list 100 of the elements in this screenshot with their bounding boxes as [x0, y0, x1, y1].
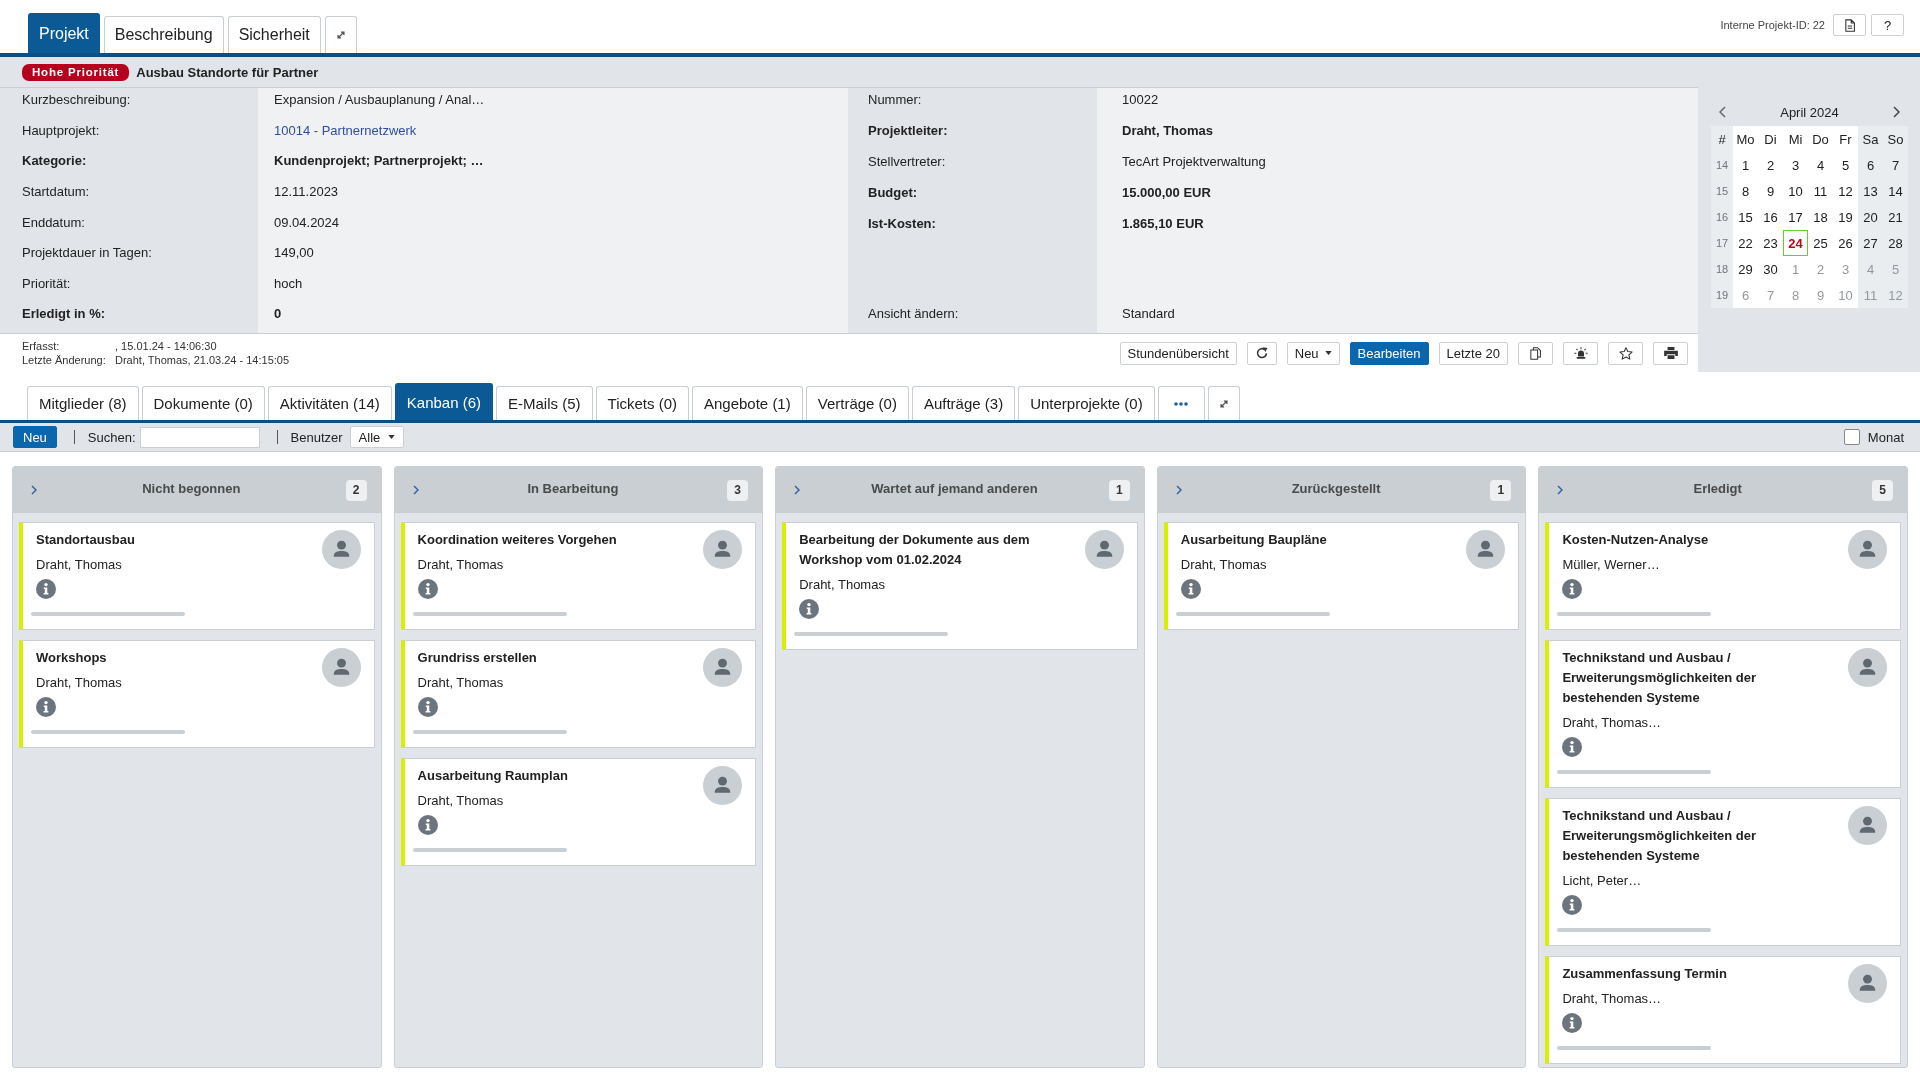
task-card[interactable]: Grundriss erstellen Draht, Thomas	[400, 640, 757, 748]
info-icon[interactable]	[1562, 737, 1583, 757]
calendar-day[interactable]: 23	[1758, 230, 1783, 256]
calendar-day[interactable]: 28	[1883, 230, 1908, 256]
chevron-right-icon[interactable]	[1893, 106, 1900, 118]
calendar-day[interactable]: 13	[1858, 178, 1883, 204]
calendar-day[interactable]: 19	[1833, 204, 1858, 230]
info-icon[interactable]	[799, 599, 820, 619]
calendar-day[interactable]: 22	[1733, 230, 1758, 256]
info-icon[interactable]	[36, 697, 56, 717]
alarm-button[interactable]	[1563, 341, 1598, 365]
edit-button[interactable]: Bearbeiten	[1349, 341, 1429, 365]
chevron-right-icon[interactable]	[412, 485, 419, 495]
calendar-day[interactable]: 29	[1733, 256, 1758, 282]
month-checkbox[interactable]	[1843, 429, 1860, 445]
calendar-day[interactable]: 25	[1808, 230, 1833, 256]
document-button[interactable]	[1833, 14, 1866, 36]
info-icon[interactable]	[417, 815, 438, 835]
tab[interactable]: Dokumente (0)	[141, 386, 265, 420]
calendar-day[interactable]: 26	[1833, 230, 1858, 256]
task-card[interactable]: Kosten-Nutzen-Analyse Müller, Werner…	[1545, 522, 1901, 630]
hours-button[interactable]: Stundenübersicht	[1119, 341, 1237, 365]
weekday-header: So	[1883, 126, 1908, 152]
tab[interactable]: Beschreibung	[103, 16, 224, 53]
tab[interactable]: Kanban (6)	[394, 383, 493, 420]
calendar-day[interactable]: 16	[1758, 204, 1783, 230]
task-card[interactable]: Workshops Draht, Thomas	[19, 640, 375, 748]
calendar-day[interactable]: 1	[1733, 152, 1758, 178]
task-card[interactable]: Koordination weiteres Vorgehen Draht, Thomas	[400, 522, 757, 630]
help-button[interactable]: ?	[1871, 14, 1904, 36]
calendar-day[interactable]: 10	[1783, 178, 1808, 204]
calendar-day[interactable]: 18	[1808, 204, 1833, 230]
new-dropdown[interactable]: Neu	[1286, 341, 1340, 365]
calendar-month: April 2024	[1780, 104, 1839, 120]
info-icon[interactable]	[1562, 1013, 1583, 1033]
column-title: In Bearbeitung	[527, 481, 619, 496]
tab[interactable]: E-Mails (5)	[496, 386, 593, 420]
project-title: Ausbau Standorte für Partner	[136, 64, 319, 80]
field-label: Ist-Kosten:	[867, 215, 936, 233]
task-card[interactable]: Zusammenfassung Termin Draht, Thomas…	[1545, 956, 1901, 1064]
tab[interactable]: Verträge (0)	[805, 386, 909, 420]
tab[interactable]: Projekt	[28, 13, 100, 53]
calendar-day[interactable]: 24	[1783, 230, 1808, 256]
calendar-day[interactable]: 7	[1883, 152, 1908, 178]
task-card[interactable]: Standortausbau Draht, Thomas	[19, 522, 375, 630]
refresh-button[interactable]	[1246, 341, 1277, 365]
calendar-day[interactable]: 6	[1858, 152, 1883, 178]
chevron-right-icon[interactable]	[31, 485, 37, 495]
favorite-button[interactable]	[1608, 341, 1643, 365]
search-field[interactable]	[139, 426, 260, 448]
print-button[interactable]	[1653, 341, 1688, 365]
info-icon[interactable]	[1562, 579, 1583, 599]
chevron-right-icon[interactable]	[1175, 485, 1182, 495]
tab[interactable]: Angebote (1)	[692, 386, 803, 420]
chevron-left-icon[interactable]	[1719, 106, 1726, 118]
calendar-day[interactable]: 20	[1858, 204, 1883, 230]
tab[interactable]: Unterprojekte (0)	[1018, 386, 1155, 420]
calendar-day[interactable]: 9	[1758, 178, 1783, 204]
calendar-day[interactable]: 5	[1833, 152, 1858, 178]
calendar-day[interactable]: 3	[1783, 152, 1808, 178]
field-label: Hauptprojekt:	[21, 121, 100, 140]
recent-button[interactable]: Letzte 20	[1438, 341, 1508, 365]
caret-icon	[1324, 351, 1332, 355]
card-title: Ausarbeitung Raumplan	[417, 767, 568, 785]
tab[interactable]: Aufträge (3)	[911, 386, 1016, 420]
new-button[interactable]: Neu	[13, 426, 57, 448]
calendar-day[interactable]: 8	[1733, 178, 1758, 204]
info-icon[interactable]	[1562, 895, 1583, 915]
calendar-day[interactable]: 17	[1783, 204, 1808, 230]
calendar-day[interactable]: 11	[1808, 178, 1833, 204]
copy-button[interactable]	[1518, 341, 1553, 365]
project-link[interactable]: 10014 - Partnernetzwerk	[274, 122, 417, 138]
weekday-header: Fr	[1833, 126, 1858, 152]
calendar-day[interactable]: 27	[1858, 230, 1883, 256]
calendar-day[interactable]: 4	[1808, 152, 1833, 178]
task-card[interactable]: Technikstand und Ausbau / Erweiterungsmöglichkeiten der bestehenden Systeme Licht, Peter…	[1545, 798, 1901, 946]
more-button[interactable]	[1157, 386, 1205, 420]
user-filter-dropdown[interactable]: Alle	[349, 426, 405, 448]
card-assignee: Draht, Thomas	[36, 674, 122, 692]
info-icon[interactable]	[1180, 579, 1201, 599]
tab[interactable]: Mitglieder (8)	[27, 386, 139, 420]
calendar-day[interactable]: 21	[1883, 204, 1908, 230]
calendar-day[interactable]: 30	[1758, 256, 1783, 282]
info-icon[interactable]	[417, 697, 438, 717]
chevron-right-icon[interactable]	[1557, 485, 1564, 495]
calendar-day[interactable]: 2	[1758, 152, 1783, 178]
calendar-day[interactable]: 14	[1883, 178, 1908, 204]
calendar-day[interactable]: 12	[1833, 178, 1858, 204]
info-icon[interactable]	[417, 579, 438, 599]
card-title: Bearbeitung der Dokumente aus dem Workshop vom 01.02.2024	[799, 531, 1031, 569]
task-card[interactable]: Ausarbeitung Baupläne Draht, Thomas	[1163, 522, 1520, 630]
task-card[interactable]: Ausarbeitung Raumplan Draht, Thomas	[400, 758, 757, 866]
tab[interactable]: Aktivitäten (14)	[267, 386, 392, 420]
calendar-day[interactable]: 15	[1733, 204, 1758, 230]
task-card[interactable]: Bearbeitung der Dokumente aus dem Workshop vom 01.02.2024 Draht, Thomas	[782, 522, 1138, 650]
tab[interactable]: Tickets (0)	[595, 386, 689, 420]
chevron-right-icon[interactable]	[794, 485, 801, 495]
task-card[interactable]: Technikstand und Ausbau / Erweiterungsmöglichkeiten der bestehenden Systeme Draht, Thomas…	[1545, 640, 1901, 788]
tab[interactable]: Sicherheit	[227, 16, 321, 53]
info-icon[interactable]	[36, 579, 56, 599]
